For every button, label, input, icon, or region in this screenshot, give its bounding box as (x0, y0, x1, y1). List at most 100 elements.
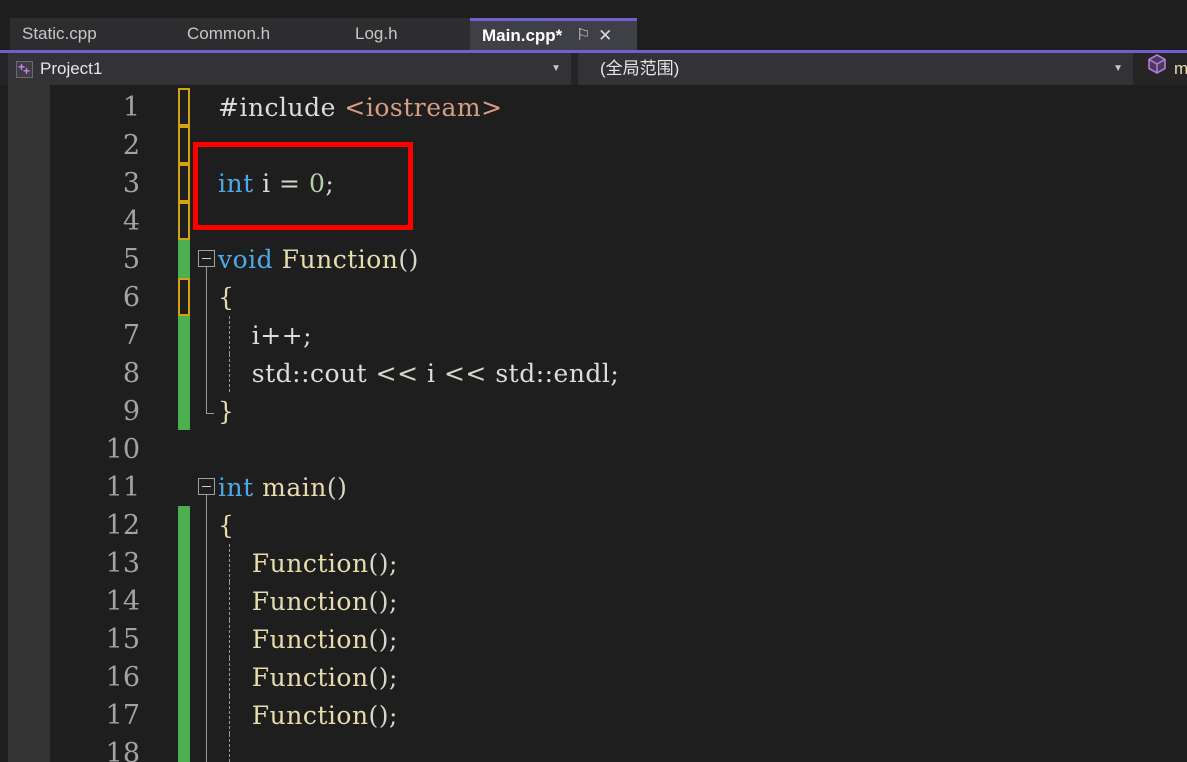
chevron-down-icon[interactable]: ▼ (1113, 53, 1123, 85)
code-token: (); (368, 701, 398, 730)
change-indicator-bar (178, 734, 190, 762)
code-token: Function (251, 625, 369, 654)
change-indicator-bar (178, 126, 190, 164)
code-editor[interactable]: 1 #include <iostream> 2 3 int i = 0; 4 5 void F… (0, 85, 1187, 762)
code-token: << (375, 359, 428, 388)
code-text[interactable]: Function(); (218, 696, 398, 734)
code-token: <iostream> (344, 93, 503, 122)
global-scope-dropdown[interactable]: (全局范围) ▼ (578, 53, 1133, 85)
line-number: 1 (122, 92, 140, 123)
code-text[interactable]: } (218, 392, 234, 430)
code-line[interactable]: 14 Function(); (0, 582, 1187, 620)
project-scope-label: Project1 (40, 59, 103, 78)
code-token: = (279, 169, 309, 198)
code-line[interactable]: 13 Function(); (0, 544, 1187, 582)
code-text[interactable]: Function(); (218, 620, 398, 658)
code-token: (); (368, 549, 398, 578)
code-text[interactable]: std::cout << i << std::endl; (218, 354, 619, 392)
line-number: 14 (105, 586, 140, 617)
code-line[interactable]: 2 (0, 126, 1187, 164)
code-line[interactable]: 6{ (0, 278, 1187, 316)
code-token: void (218, 245, 274, 274)
code-token: std::cout (218, 359, 376, 388)
code-token: (); (368, 587, 398, 616)
code-line[interactable]: 4 (0, 202, 1187, 240)
code-token: int (218, 169, 254, 198)
cube-icon (1146, 53, 1168, 85)
code-line[interactable]: 10 (0, 430, 1187, 468)
code-line[interactable]: 5 void Function() (0, 240, 1187, 278)
line-number: 12 (105, 510, 140, 541)
collapse-region-icon[interactable] (198, 250, 215, 267)
editor-tab-maincpp[interactable]: Main.cpp* ⚐ ✕ (470, 18, 637, 50)
editor-tab-commonh[interactable]: Common.h (175, 18, 343, 50)
code-text[interactable]: int i = 0; (218, 164, 334, 202)
code-line[interactable]: 17 Function(); (0, 696, 1187, 734)
code-text[interactable]: i++; (218, 316, 312, 354)
close-icon[interactable]: ✕ (594, 21, 616, 50)
line-number: 8 (122, 358, 140, 389)
code-line[interactable]: 1 #include <iostream> (0, 88, 1187, 126)
collapse-region-icon[interactable] (198, 478, 215, 495)
code-line[interactable]: 16 Function(); (0, 658, 1187, 696)
fold-guide-line (206, 495, 207, 506)
member-label: ma (1174, 59, 1187, 78)
code-token: { (218, 511, 235, 540)
global-scope-label: (全局范围) (600, 59, 680, 78)
code-text[interactable]: Function(); (218, 658, 398, 696)
code-line[interactable]: 18 (0, 734, 1187, 762)
code-token: (); (368, 625, 398, 654)
fold-guide-line (206, 658, 207, 696)
code-token: int (218, 473, 254, 502)
code-token: Function (281, 245, 399, 274)
chevron-down-icon[interactable]: ▼ (551, 53, 561, 85)
change-indicator-bar (178, 88, 190, 126)
line-number: 7 (122, 320, 140, 351)
editor-tab-logh[interactable]: Log.h (343, 18, 470, 50)
line-number: 15 (105, 624, 140, 655)
code-text[interactable]: #include <iostream> (218, 88, 503, 126)
fold-guide-line (206, 354, 207, 392)
code-line[interactable]: 9} (0, 392, 1187, 430)
code-line[interactable]: 3 int i = 0; (0, 164, 1187, 202)
change-indicator-bar (178, 582, 190, 620)
line-number: 18 (105, 738, 140, 762)
fold-guide-line (206, 620, 207, 658)
code-token: Function (251, 701, 369, 730)
code-text[interactable]: { (218, 278, 234, 316)
pin-icon[interactable]: ⚐ (572, 21, 594, 50)
fold-guide-line (206, 278, 207, 316)
code-text[interactable]: { (218, 506, 234, 544)
change-indicator-bar (178, 506, 190, 544)
code-text[interactable]: Function(); (218, 544, 398, 582)
code-line[interactable]: 12 { (0, 506, 1187, 544)
line-number: 13 (105, 548, 140, 579)
tab-label: Log.h (355, 24, 398, 43)
code-text[interactable]: int main() (218, 468, 347, 506)
line-number: 6 (122, 282, 140, 313)
editor-navigation-bar: Project1 ▼ (全局范围) ▼ ma (0, 53, 1187, 85)
change-indicator-bar (178, 202, 190, 240)
tab-label: Common.h (187, 24, 271, 43)
line-number: 17 (105, 700, 140, 731)
member-dropdown[interactable]: ma (1138, 53, 1187, 85)
tab-label: Main.cpp* (482, 26, 563, 45)
fold-guide-line (206, 267, 207, 278)
code-line[interactable]: 8 std::cout << i << std::endl; (0, 354, 1187, 392)
project-scope-dropdown[interactable]: Project1 ▼ (8, 53, 571, 85)
code-line[interactable]: 15 Function(); (0, 620, 1187, 658)
code-token: { (218, 283, 235, 312)
change-indicator-bar (178, 696, 190, 734)
change-indicator-bar (178, 544, 190, 582)
code-text[interactable]: Function(); (218, 582, 398, 620)
code-token: #include (218, 93, 345, 122)
code-text[interactable]: void Function() (218, 240, 419, 278)
code-token: ; (325, 169, 335, 198)
editor-tab-staticcpp[interactable]: Static.cpp (10, 18, 175, 50)
code-line[interactable]: 7 i++; (0, 316, 1187, 354)
fold-guide-end-tick (206, 413, 214, 414)
code-line[interactable]: 11 int main() (0, 468, 1187, 506)
change-indicator-bar (178, 658, 190, 696)
